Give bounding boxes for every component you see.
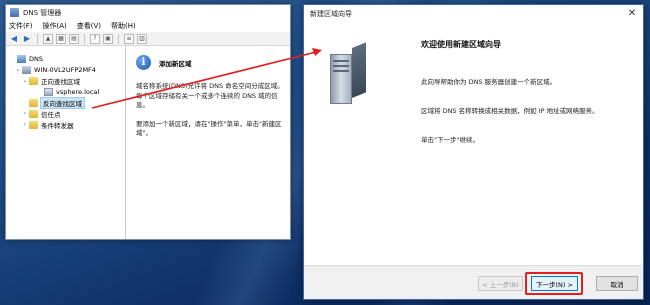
chevron-down-icon[interactable]: ⌄ xyxy=(21,77,29,84)
tree-item-server[interactable]: ⌄ WIN-0VL2UFP2MF4 xyxy=(6,64,125,75)
show-hide-tree-icon[interactable]: ▦ xyxy=(56,33,66,44)
tree-item-label: 信任点 xyxy=(41,110,61,119)
properties-icon[interactable]: ▤ xyxy=(69,33,79,44)
dns-icon xyxy=(17,54,26,63)
dns-manager-body: DNS ⌄ WIN-0VL2UFP2MF4 ⌄ 正向查找区域 vsphere.l… xyxy=(6,47,290,239)
menu-file[interactable]: 文件(F) xyxy=(9,21,33,31)
cancel-button[interactable]: 取消 xyxy=(596,276,638,291)
tree-item-label: 反向查找区域 xyxy=(40,96,85,109)
server-list-icon[interactable]: ▥ xyxy=(137,33,147,44)
detail-pane: i 添加新区域 域名称系统(DNS)允许将 DNS 命名空间分成区域。每个区域存… xyxy=(126,47,290,239)
tree-item-reverse-lookup-zones[interactable]: 反向查找区域 xyxy=(6,96,125,109)
tree-item-trust-points[interactable]: › 信任点 xyxy=(6,108,125,119)
help-icon[interactable]: ? xyxy=(90,33,100,44)
forward-arrow-icon[interactable]: ▶ xyxy=(22,34,32,44)
wizard-paragraph-1: 此向导帮助你为 DNS 服务器创建一个新区域。 xyxy=(421,78,557,86)
chevron-right-icon[interactable]: › xyxy=(21,110,29,117)
wizard-titlebar: 新建区域向导 ✕ xyxy=(304,5,643,22)
tree-item-label: 正向查找区域 xyxy=(41,77,80,86)
folder-icon xyxy=(29,120,38,129)
view-icon[interactable]: ▣ xyxy=(103,33,113,44)
folder-icon xyxy=(29,109,38,118)
menu-action[interactable]: 操作(A) xyxy=(43,21,67,31)
wizard-paragraph-3: 单击"下一步"继续。 xyxy=(421,136,479,144)
tree-item-conditional-forwarders[interactable]: › 条件转发器 xyxy=(6,119,125,130)
menu-bar: 文件(F) 操作(A) 查看(V) 帮助(H) xyxy=(6,20,290,32)
toolbar-divider xyxy=(37,33,38,44)
tree-item-forward-lookup-zones[interactable]: ⌄ 正向查找区域 xyxy=(6,75,125,86)
chevron-right-icon[interactable]: › xyxy=(21,121,29,128)
tree-item-label: 条件转发器 xyxy=(41,121,74,130)
folder-up-icon[interactable]: ▲ xyxy=(43,33,53,44)
folder-icon xyxy=(29,98,38,107)
detail-paragraph-1: 域名称系统(DNS)允许将 DNS 命名空间分成区域。每个区域存储有关一个或多个… xyxy=(136,82,284,109)
back-arrow-icon[interactable]: ◀ xyxy=(9,34,19,44)
wizard-title: 新建区域向导 xyxy=(310,9,352,18)
detail-paragraph-2: 要添加一个新区域，请在"操作"菜单，单击"新建区域"。 xyxy=(136,119,282,138)
tree-item-dns[interactable]: DNS xyxy=(6,53,125,64)
wizard-heading: 欢迎使用新建区域向导 xyxy=(421,40,501,49)
toolbar: ◀ ▶ ▲ ▦ ▤ ? ▣ ≡ ▥ xyxy=(6,32,290,46)
tree-item-label: DNS xyxy=(29,54,43,63)
wizard-paragraph-2: 区域将 DNS 名称转换成相关数据，例如 IP 地址或网络服务。 xyxy=(421,107,599,115)
detail-heading: 添加新区域 xyxy=(159,59,192,68)
server-icon xyxy=(22,65,31,74)
chevron-down-icon[interactable]: ⌄ xyxy=(14,66,22,73)
dns-manager-title: DNS 管理器 xyxy=(23,8,62,17)
toolbar-divider xyxy=(84,33,85,44)
new-zone-wizard-window: 新建区域向导 ✕ 欢迎使用新建区域向导 此向导帮助你为 DNS 服务器创建一个新… xyxy=(303,4,644,300)
tree-item-label: vsphere.local xyxy=(56,87,100,96)
wizard-side-panel xyxy=(304,22,396,267)
info-icon: i xyxy=(136,55,151,70)
tree-item-label: WIN-0VL2UFP2MF4 xyxy=(34,65,96,74)
list-icon[interactable]: ≡ xyxy=(124,33,134,44)
console-tree: DNS ⌄ WIN-0VL2UFP2MF4 ⌄ 正向查找区域 vsphere.l… xyxy=(6,47,126,239)
folder-icon xyxy=(29,76,38,85)
menu-help[interactable]: 帮助(H) xyxy=(111,21,136,31)
wizard-footer: < 上一步(B) 下一步(N) > 取消 xyxy=(304,265,643,299)
tree-item-vsphere-local[interactable]: vsphere.local xyxy=(6,86,125,97)
dns-manager-window: DNS 管理器 文件(F) 操作(A) 查看(V) 帮助(H) ◀ ▶ ▲ ▦ … xyxy=(5,4,291,240)
back-button[interactable]: < 上一步(B) xyxy=(478,276,523,291)
toolbar-divider xyxy=(118,33,119,44)
zone-icon xyxy=(44,87,53,96)
wizard-content: 欢迎使用新建区域向导 此向导帮助你为 DNS 服务器创建一个新区域。 区域将 D… xyxy=(396,22,643,267)
close-icon[interactable]: ✕ xyxy=(621,8,643,19)
dns-manager-titlebar: DNS 管理器 xyxy=(6,5,290,20)
server-tower-icon xyxy=(330,42,368,106)
detail-header: i 添加新区域 xyxy=(136,55,290,70)
next-button[interactable]: 下一步(N) > xyxy=(531,276,578,291)
menu-view[interactable]: 查看(V) xyxy=(77,21,101,31)
dns-manager-app-icon xyxy=(10,8,19,17)
